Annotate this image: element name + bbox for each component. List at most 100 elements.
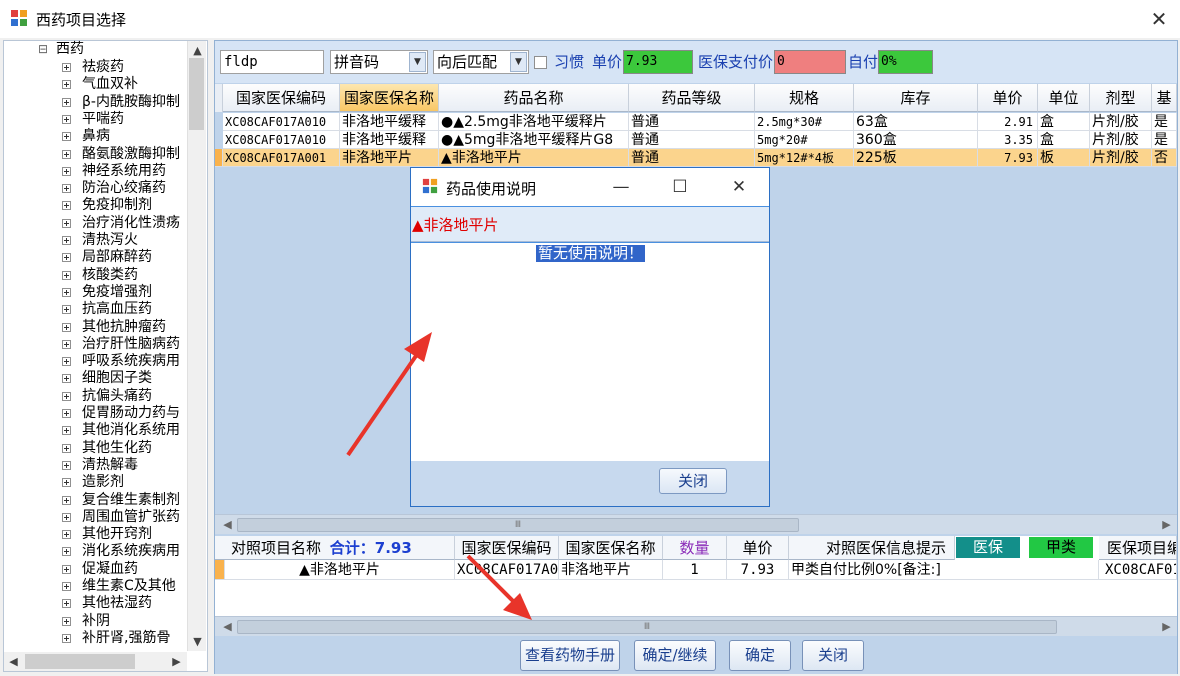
- tree-expand-icon[interactable]: [62, 409, 71, 418]
- tree-expand-icon[interactable]: [62, 582, 71, 591]
- selected-items-grid[interactable]: 对照项目名称 合计：7.93 国家医保编码 国家医保名称 数量 单价 对照医保信…: [215, 536, 1177, 616]
- col-header[interactable]: 剂型: [1090, 84, 1152, 112]
- tree-expand-icon[interactable]: [62, 270, 71, 280]
- tree-item-label: 清热解毒: [82, 456, 138, 473]
- minimize-icon[interactable]: —: [606, 172, 636, 202]
- search-input[interactable]: fldp: [220, 50, 324, 74]
- tree-expand-icon[interactable]: [62, 443, 71, 453]
- col-header[interactable]: 国家医保编码: [455, 536, 559, 560]
- tree-expand-icon[interactable]: [62, 478, 71, 488]
- tree-expand-icon[interactable]: [62, 132, 71, 142]
- tree-expand-icon[interactable]: [62, 218, 71, 228]
- col-header[interactable]: 对照医保信息提示: [789, 536, 955, 560]
- cell: 非洛地平缓释: [340, 113, 439, 131]
- tree-hscroll-thumb[interactable]: [25, 654, 135, 669]
- tree-expand-icon[interactable]: [62, 149, 71, 159]
- tree-expand-icon[interactable]: [62, 253, 71, 263]
- confirm-continue-button[interactable]: 确定/继续: [634, 640, 716, 671]
- tree-item-label: 促凝血药: [82, 560, 138, 577]
- tree-expand-icon[interactable]: [62, 184, 71, 194]
- col-header[interactable]: 库存: [854, 84, 978, 112]
- col-header[interactable]: 单位: [1038, 84, 1090, 112]
- tree-expand-icon[interactable]: [62, 63, 71, 72]
- scroll-up-icon[interactable]: ▲: [189, 42, 206, 59]
- tree-expand-icon[interactable]: [62, 357, 71, 367]
- tree-expand-icon[interactable]: [62, 512, 71, 522]
- scroll-left-icon[interactable]: ◀: [219, 516, 236, 533]
- tree-expand-icon[interactable]: [62, 495, 71, 505]
- dialog-close-button[interactable]: 关闭: [659, 468, 727, 494]
- tree-expand-icon[interactable]: [62, 287, 71, 297]
- tree-expand-icon[interactable]: [62, 426, 71, 436]
- habit-checkbox[interactable]: [534, 56, 547, 69]
- insurance-price-field[interactable]: 0: [774, 50, 846, 74]
- table-row-selected[interactable]: XC08CAF017A001 非洛地平片 ▲非洛地平片 普通 5mg*12#*4…: [215, 149, 1177, 167]
- table-row[interactable]: XC08CAF017A010 非洛地平缓释 ●▲5mg非洛地平缓释片G8 普通 …: [215, 131, 1177, 149]
- tree-vertical-scrollbar[interactable]: [187, 41, 206, 651]
- chevron-down-icon[interactable]: ▼: [510, 52, 527, 72]
- col-header[interactable]: 单价: [727, 536, 789, 560]
- tree-expand-icon[interactable]: [62, 633, 71, 643]
- scroll-right-icon[interactable]: ▶: [1158, 516, 1175, 533]
- tree-collapse-icon[interactable]: ⊟: [38, 41, 48, 58]
- price-field[interactable]: 7.93: [623, 50, 693, 74]
- scroll-down-icon[interactable]: ▼: [189, 633, 206, 650]
- col-header[interactable]: 药品等级: [629, 84, 755, 112]
- view-manual-button[interactable]: 查看药物手册: [520, 640, 620, 671]
- tree-expand-icon[interactable]: [62, 236, 71, 245]
- tree-expand-icon[interactable]: [62, 599, 71, 609]
- col-header-quantity[interactable]: 数量: [663, 536, 727, 560]
- close-button[interactable]: 关闭: [802, 640, 864, 671]
- scroll-right-icon[interactable]: ▶: [1158, 618, 1175, 635]
- tree-expand-icon[interactable]: [62, 391, 71, 401]
- cell: 非洛地平缓释: [340, 131, 439, 149]
- grid-scroll-thumb[interactable]: Ⅲ: [237, 518, 799, 532]
- lower-scroll-thumb[interactable]: Ⅲ: [237, 620, 1057, 634]
- col-header[interactable]: 国家医保编码: [223, 84, 340, 112]
- tree-expand-icon[interactable]: [62, 547, 71, 557]
- tree-expand-icon[interactable]: [62, 80, 71, 90]
- scroll-left-icon[interactable]: ◀: [219, 618, 236, 635]
- confirm-button[interactable]: 确定: [729, 640, 791, 671]
- tree-item-label: 免疫增强剂: [82, 283, 152, 300]
- tree-expand-icon[interactable]: [62, 460, 71, 470]
- col-header[interactable]: 单价: [978, 84, 1038, 112]
- tree-expand-icon[interactable]: [62, 564, 71, 574]
- tree-expand-icon[interactable]: [62, 114, 71, 124]
- quantity-cell[interactable]: 1: [663, 560, 727, 580]
- match-mode-select[interactable]: 向后匹配 ▼: [433, 50, 529, 74]
- search-mode-select[interactable]: 拼音码 ▼: [330, 50, 428, 74]
- col-header-name[interactable]: 对照项目名称 合计：7.93: [215, 536, 455, 560]
- tree-expand-icon[interactable]: [62, 97, 71, 107]
- tree-expand-icon[interactable]: [62, 374, 71, 384]
- scroll-left-icon[interactable]: ◀: [5, 653, 22, 670]
- tree-expand-icon[interactable]: [62, 616, 71, 626]
- tree-expand-icon[interactable]: [62, 201, 71, 211]
- self-pay-field[interactable]: 0%: [878, 50, 933, 74]
- maximize-icon[interactable]: ☐: [665, 172, 695, 202]
- dialog-body[interactable]: [411, 243, 769, 461]
- tree-item-label: 神经系统用药: [82, 162, 166, 179]
- chevron-down-icon[interactable]: ▼: [409, 52, 426, 72]
- col-header[interactable]: 国家医保名称: [559, 536, 663, 560]
- col-header[interactable]: 药品名称: [439, 84, 629, 112]
- tree-expand-icon[interactable]: [62, 530, 71, 540]
- col-header[interactable]: 规格: [755, 84, 854, 112]
- scroll-right-icon[interactable]: ▶: [168, 653, 185, 670]
- category-tree[interactable]: ⊟ 西药 祛痰药 气血双补 β-内酰胺酶抑制 平喘药 鼻病 酪氨酸激酶抑制 神经系统用药 防治…: [3, 40, 208, 672]
- col-header[interactable]: 国家医保名称: [340, 84, 439, 112]
- window-close-button[interactable]: ✕: [1145, 6, 1173, 32]
- col-header[interactable]: 基: [1152, 84, 1177, 112]
- tree-expand-icon[interactable]: [62, 166, 71, 176]
- dialog-close-icon[interactable]: ✕: [724, 172, 754, 202]
- self-pay-label: 自付: [848, 53, 879, 71]
- table-row[interactable]: XC08CAF017A010 非洛地平缓释 ●▲2.5mg非洛地平缓释片 普通 …: [215, 113, 1177, 131]
- tree-scroll-thumb[interactable]: [189, 58, 204, 130]
- tree-item-label: 鼻病: [82, 128, 110, 145]
- tree-expand-icon[interactable]: [62, 305, 71, 315]
- tree-expand-icon[interactable]: [62, 322, 71, 332]
- grid-horizontal-scrollbar[interactable]: ◀ Ⅲ ▶: [215, 514, 1177, 534]
- lower-horizontal-scrollbar[interactable]: ◀ Ⅲ ▶: [215, 616, 1177, 636]
- tree-expand-icon[interactable]: [62, 339, 71, 349]
- col-header[interactable]: 医保项目编: [1099, 536, 1177, 560]
